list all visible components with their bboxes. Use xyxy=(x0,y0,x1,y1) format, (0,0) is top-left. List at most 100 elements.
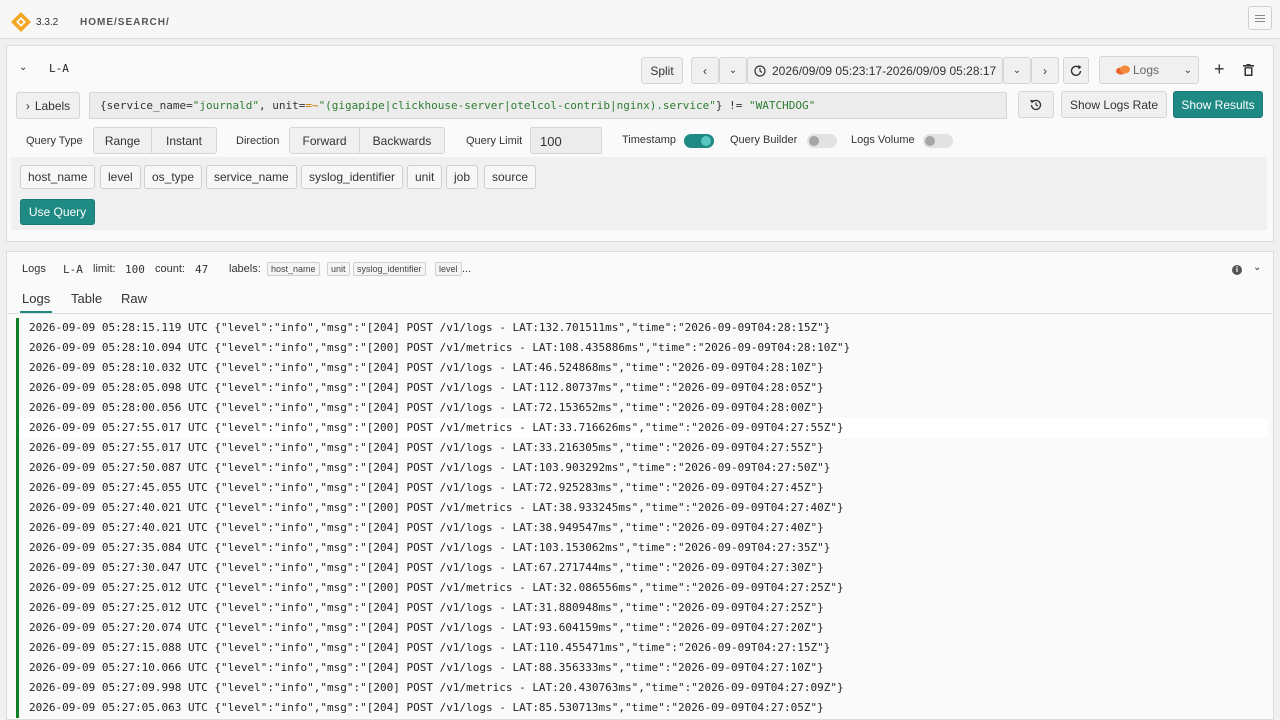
query-panel: ⌄ L-A Split ‹ ⌄ 2026/09/09 05:23:17-2026… xyxy=(6,45,1274,242)
log-row[interactable]: 2026-09-09 05:27:15.088 UTC {"level":"in… xyxy=(16,638,1268,658)
logs-query-name: L-A xyxy=(63,263,83,276)
log-row[interactable]: 2026-09-09 05:28:10.094 UTC {"level":"in… xyxy=(16,338,1268,358)
trash-icon[interactable] xyxy=(1243,64,1254,76)
label-chip[interactable]: syslog_identifier xyxy=(301,165,404,189)
datasource-label: Logs xyxy=(1133,63,1160,77)
query-expr-string: "(gigapipe|clickhouse-server|otelcol-con… xyxy=(318,99,716,112)
collapse-chevron-icon[interactable]: ⌄ xyxy=(19,62,27,73)
label-chip[interactable]: source xyxy=(484,165,537,189)
logs-volume-toggle[interactable] xyxy=(923,134,953,148)
log-row[interactable]: 2026-09-09 05:27:05.063 UTC {"level":"in… xyxy=(16,698,1268,718)
log-row[interactable]: 2026-09-09 05:27:40.021 UTC {"level":"in… xyxy=(16,518,1268,538)
logs-limit-label: limit: xyxy=(93,263,116,275)
log-row[interactable]: 2026-09-09 05:28:00.056 UTC {"level":"in… xyxy=(16,398,1268,418)
clock-icon xyxy=(754,64,766,77)
log-row[interactable]: 2026-09-09 05:27:55.017 UTC {"level":"in… xyxy=(16,418,1268,438)
logs-label-chip[interactable]: syslog_identifier xyxy=(353,262,426,276)
log-row[interactable]: 2026-09-09 05:27:20.074 UTC {"level":"in… xyxy=(16,618,1268,638)
chevron-down-icon: ⌄ xyxy=(1012,65,1022,76)
log-row[interactable]: 2026-09-09 05:27:10.066 UTC {"level":"in… xyxy=(16,658,1268,678)
label-chip[interactable]: unit xyxy=(407,165,443,189)
query-type-range[interactable]: Range xyxy=(94,128,152,153)
tab-logs[interactable]: Logs xyxy=(19,291,53,313)
log-row[interactable]: 2026-09-09 05:27:50.087 UTC {"level":"in… xyxy=(16,458,1268,478)
show-results-button[interactable]: Show Results xyxy=(1173,91,1263,118)
datasource-select[interactable]: Logs ⌄ xyxy=(1099,56,1199,84)
logs-labels-label: labels: xyxy=(229,263,261,275)
query-expr-part: {service_name= xyxy=(100,99,193,112)
query-expr-part: } != xyxy=(715,99,750,112)
logs-label-chip[interactable]: unit xyxy=(327,262,350,276)
query-expr-string: "WATCHDOG" xyxy=(749,99,816,112)
logs-panel: Logs L-A limit: 100 count: 47 labels: ho… xyxy=(6,251,1274,720)
time-range-picker[interactable]: 2026/09/09 05:23:17-2026/09/09 05:28:17 xyxy=(747,57,1003,84)
time-next-button[interactable]: › xyxy=(1031,57,1059,84)
query-type-instant[interactable]: Instant xyxy=(152,128,216,153)
query-expr-part: , unit= xyxy=(258,99,306,112)
labels-button-label: Labels xyxy=(34,98,71,113)
label-browser: host_name level os_type service_name sys… xyxy=(11,157,1267,230)
logs-label-chip[interactable]: level xyxy=(435,262,462,276)
menu-button[interactable] xyxy=(1248,6,1272,30)
tab-raw[interactable]: Raw xyxy=(121,291,147,306)
query-type-group: Range Instant xyxy=(93,127,217,154)
logs-label-chip[interactable]: host_name xyxy=(267,262,320,276)
labels-button[interactable]: › Labels xyxy=(16,92,80,119)
logs-limit-value: 100 xyxy=(125,263,145,276)
log-row[interactable]: 2026-09-09 05:27:35.084 UTC {"level":"in… xyxy=(16,538,1268,558)
log-row[interactable]: 2026-09-09 05:27:45.055 UTC {"level":"in… xyxy=(16,478,1268,498)
time-range-text: 2026/09/09 05:23:17-2026/09/09 05:28:17 xyxy=(772,63,997,78)
log-row[interactable]: 2026-09-09 05:27:55.017 UTC {"level":"in… xyxy=(16,438,1268,458)
log-row[interactable]: 2026-09-09 05:27:40.021 UTC {"level":"in… xyxy=(16,498,1268,518)
logs-datasource-icon xyxy=(1116,65,1130,75)
chevron-right-icon: › xyxy=(25,98,30,113)
hamburger-icon xyxy=(1255,15,1265,16)
info-icon[interactable]: i xyxy=(1232,265,1242,275)
query-builder-toggle[interactable] xyxy=(807,134,837,148)
log-row[interactable]: 2026-09-09 05:27:09.998 UTC {"level":"in… xyxy=(16,678,1268,698)
query-history-button[interactable] xyxy=(1018,91,1054,118)
history-icon xyxy=(1030,99,1042,110)
chevron-left-icon: ‹ xyxy=(703,63,707,78)
split-button[interactable]: Split xyxy=(641,57,683,84)
log-row[interactable]: 2026-09-09 05:27:25.012 UTC {"level":"in… xyxy=(16,578,1268,598)
direction-backwards[interactable]: Backwards xyxy=(360,128,444,153)
time-range-options-button[interactable]: ⌄ xyxy=(1003,57,1031,84)
query-limit-label: Query Limit xyxy=(466,135,523,147)
query-input[interactable]: {service_name="journald", unit==~"(gigap… xyxy=(89,92,1007,119)
query-name: L-A xyxy=(49,62,69,75)
log-row[interactable]: 2026-09-09 05:27:25.012 UTC {"level":"in… xyxy=(16,598,1268,618)
logs-count-value: 47 xyxy=(195,263,209,276)
label-chip[interactable]: os_type xyxy=(144,165,203,189)
show-logs-rate-button[interactable]: Show Logs Rate xyxy=(1061,91,1167,118)
query-limit-input[interactable]: 100 xyxy=(530,127,602,154)
label-chip[interactable]: host_name xyxy=(20,165,96,189)
label-chip[interactable]: job xyxy=(446,165,479,189)
tab-table[interactable]: Table xyxy=(71,291,102,306)
time-prev-button[interactable]: ‹ xyxy=(691,57,719,84)
refresh-button[interactable] xyxy=(1063,57,1089,84)
log-row[interactable]: 2026-09-09 05:28:05.098 UTC {"level":"in… xyxy=(16,378,1268,398)
chevron-down-icon[interactable]: ⌄ xyxy=(1253,262,1261,273)
add-query-icon[interactable]: + xyxy=(1214,59,1225,80)
top-bar: 3.3.2 HOME/SEARCH/ xyxy=(0,0,1280,39)
time-range-dropdown-toggle[interactable]: ⌄ xyxy=(719,57,747,84)
breadcrumb[interactable]: HOME/SEARCH/ xyxy=(80,17,170,28)
log-row[interactable]: 2026-09-09 05:27:30.047 UTC {"level":"in… xyxy=(16,558,1268,578)
logs-title: Logs xyxy=(22,263,46,275)
label-chip[interactable]: service_name xyxy=(206,165,297,189)
timestamp-toggle[interactable] xyxy=(684,134,714,148)
label-chip[interactable]: level xyxy=(100,165,141,189)
direction-forward[interactable]: Forward xyxy=(290,128,360,153)
query-builder-label: Query Builder xyxy=(730,134,798,146)
log-row[interactable]: 2026-09-09 05:28:15.119 UTC {"level":"in… xyxy=(16,318,1268,338)
logs-labels-more: ... xyxy=(462,263,472,275)
direction-label: Direction xyxy=(236,135,280,147)
chevron-down-icon: ⌄ xyxy=(728,65,738,76)
log-row[interactable]: 2026-09-09 05:28:10.032 UTC {"level":"in… xyxy=(16,358,1268,378)
query-expr-string: "journald" xyxy=(192,99,259,112)
app-logo-icon[interactable] xyxy=(11,12,31,32)
log-rows: 2026-09-09 05:28:15.119 UTC {"level":"in… xyxy=(16,318,1268,718)
use-query-button[interactable]: Use Query xyxy=(20,199,95,225)
app-version: 3.3.2 xyxy=(36,17,59,28)
